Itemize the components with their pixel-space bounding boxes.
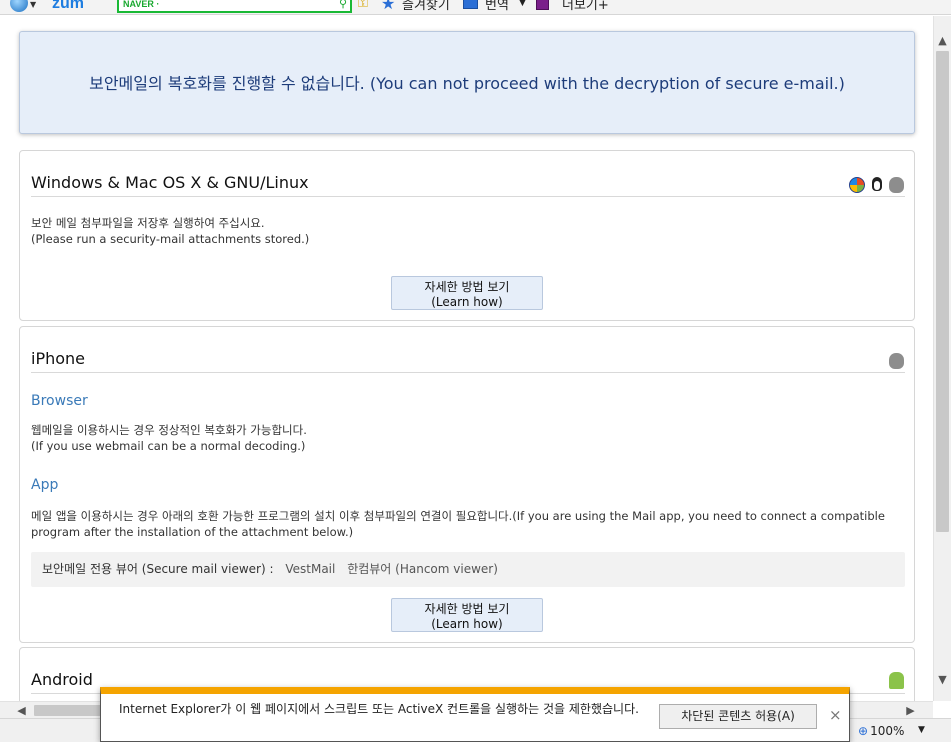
divider [31,196,905,197]
vestmail-link[interactable]: VestMail [285,562,335,576]
scroll-up-icon[interactable]: ▲ [934,32,951,49]
ie-logo-icon[interactable] [10,0,28,12]
app-heading: App [31,477,59,493]
learn-how-label-en: (Learn how) [431,295,503,309]
learn-how-button[interactable]: 자세한 방법 보기 (Learn how) [391,598,543,632]
os-icons [889,350,904,369]
learn-how-label-en: (Learn how) [431,617,503,631]
section-title: Windows & Mac OS X & GNU/Linux [31,173,309,192]
zoom-icon: ⊕ [858,724,869,738]
divider [31,372,905,373]
learn-how-label-ko: 자세한 방법 보기 [424,280,510,294]
text-en: (If you use webmail can be a normal deco… [31,439,306,453]
section-title: Android [31,670,93,689]
apple-icon [889,352,904,369]
naver-label: NAVER · [123,0,160,9]
browser-heading: Browser [31,393,88,409]
chevron-down-icon[interactable]: ▼ [519,0,526,8]
section-iphone: iPhone Browser 웹메일을 이용하시는 경우 정상적인 복호화가 가… [19,326,915,643]
viewer-bar: 보안메일 전용 뷰어 (Secure mail viewer) : VestMa… [31,552,905,587]
windows-icon [848,176,865,193]
key-icon[interactable]: ⚿ [358,0,368,11]
hancom-viewer-link[interactable]: 한컴뷰어 (Hancom viewer) [347,562,498,576]
section-desktop: Windows & Mac OS X & GNU/Linux 보안 메일 첨부파… [19,150,915,321]
chevron-down-icon[interactable]: ▼ [918,725,925,735]
scroll-right-icon[interactable]: ▶ [902,702,919,719]
naver-search-input[interactable]: NAVER · ⚲ [117,0,352,13]
learn-how-label-ko: 자세한 방법 보기 [424,602,510,616]
android-icon [889,672,904,689]
scroll-down-icon[interactable]: ▼ [934,671,951,688]
notification-message: Internet Explorer가 이 웹 페이지에서 스크립트 또는 Act… [119,702,639,716]
more-button[interactable]: 더보기+ [562,0,609,13]
os-icons [848,174,904,193]
section-title: iPhone [31,349,86,368]
viewer-label: 보안메일 전용 뷰어 (Secure mail viewer) : [42,562,274,576]
vertical-scrollbar[interactable]: ▲ ▼ [933,16,951,701]
os-icons [889,670,904,689]
close-icon[interactable]: × [829,706,842,724]
text-ko: 보안 메일 첨부파일을 저장후 실행하여 주십시요. [31,216,265,230]
favorites-button[interactable]: 즐겨찾기 [402,0,450,13]
app-text: 메일 앱을 이용하시는 경우 아래의 호환 가능한 프로그램의 설치 이후 첨부… [31,509,885,539]
zoom-level[interactable]: ⊕ 100% [858,724,904,738]
page-content: 보안메일의 복호화를 진행할 수 없습니다. (You can not proc… [0,16,933,701]
section-text: 보안 메일 첨부파일을 저장후 실행하여 주십시요. (Please run a… [31,215,309,247]
section-text: 웹메일을 이용하시는 경우 정상적인 복호화가 가능합니다. (If you u… [31,422,307,454]
zoom-value: 100% [870,724,905,738]
search-icon[interactable]: ⚲ [339,0,347,10]
translate-icon[interactable] [463,0,478,9]
browser-toolbar: ▼ zum NAVER · ⚲ ⚿ ★ 즐겨찾기 번역 ▼ 더보기+ [0,0,951,15]
apple-icon [889,176,904,193]
alert-message: 보안메일의 복호화를 진행할 수 없습니다. (You can not proc… [89,74,845,93]
scroll-left-icon[interactable]: ◀ [13,702,30,719]
star-icon[interactable]: ★ [381,0,395,13]
allow-blocked-content-button[interactable]: 차단된 콘텐츠 허용(A) [659,704,817,729]
learn-how-button[interactable]: 자세한 방법 보기 (Learn how) [391,276,543,310]
zum-logo[interactable]: zum [52,0,84,13]
alert-box: 보안메일의 복호화를 진행할 수 없습니다. (You can not proc… [19,31,915,134]
text-en: (Please run a security-mail attachments … [31,232,310,246]
more-icon[interactable] [536,0,549,10]
scroll-thumb[interactable] [936,51,949,532]
translate-button[interactable]: 번역 [485,0,509,13]
linux-icon [870,176,884,193]
chevron-down-icon[interactable]: ▼ [30,0,36,9]
activex-notification-bar: Internet Explorer가 이 웹 페이지에서 스크립트 또는 Act… [100,687,850,742]
text-ko: 웹메일을 이용하시는 경우 정상적인 복호화가 가능합니다. [31,423,307,437]
